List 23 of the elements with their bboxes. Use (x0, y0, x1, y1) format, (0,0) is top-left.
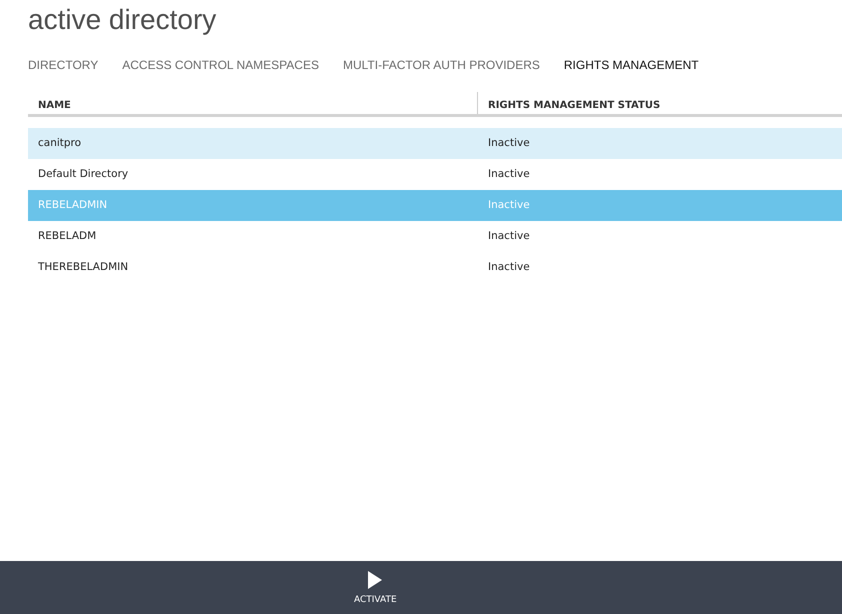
tab[interactable]: DIRECTORY (28, 56, 98, 74)
table-row[interactable]: canitpro Inactive (28, 128, 842, 159)
table-cell: canitpro (38, 136, 82, 149)
table-cell: Inactive (488, 168, 530, 180)
tab[interactable]: ACCESS CONTROL NAMESPACES (122, 56, 319, 74)
table-cell: Inactive (488, 198, 530, 211)
table-cell: Inactive (488, 230, 530, 242)
activate-button[interactable]: ACTIVATE (350, 561, 401, 614)
column-header[interactable]: NAME (28, 92, 478, 114)
table-row[interactable]: REBELADM Inactive (28, 221, 842, 252)
table-cell: REBELADM (38, 230, 96, 242)
table-cell: THEREBELADMIN (38, 260, 128, 273)
table-row[interactable]: THEREBELADMIN Inactive (28, 252, 842, 283)
table-cell: Default Directory (38, 168, 128, 180)
tab[interactable]: RIGHTS MANAGEMENT (564, 56, 699, 74)
table-cell: Inactive (488, 260, 530, 273)
table-cell: REBELADMIN (38, 198, 108, 211)
table-row[interactable]: Default Directory Inactive (28, 159, 842, 190)
table-cell: Inactive (488, 136, 530, 149)
column-header[interactable]: RIGHTS MANAGEMENT STATUS (478, 92, 670, 114)
page-title: active directory (28, 3, 218, 37)
tab[interactable]: MULTI-FACTOR AUTH PROVIDERS (342, 56, 540, 74)
play-icon (368, 571, 382, 589)
